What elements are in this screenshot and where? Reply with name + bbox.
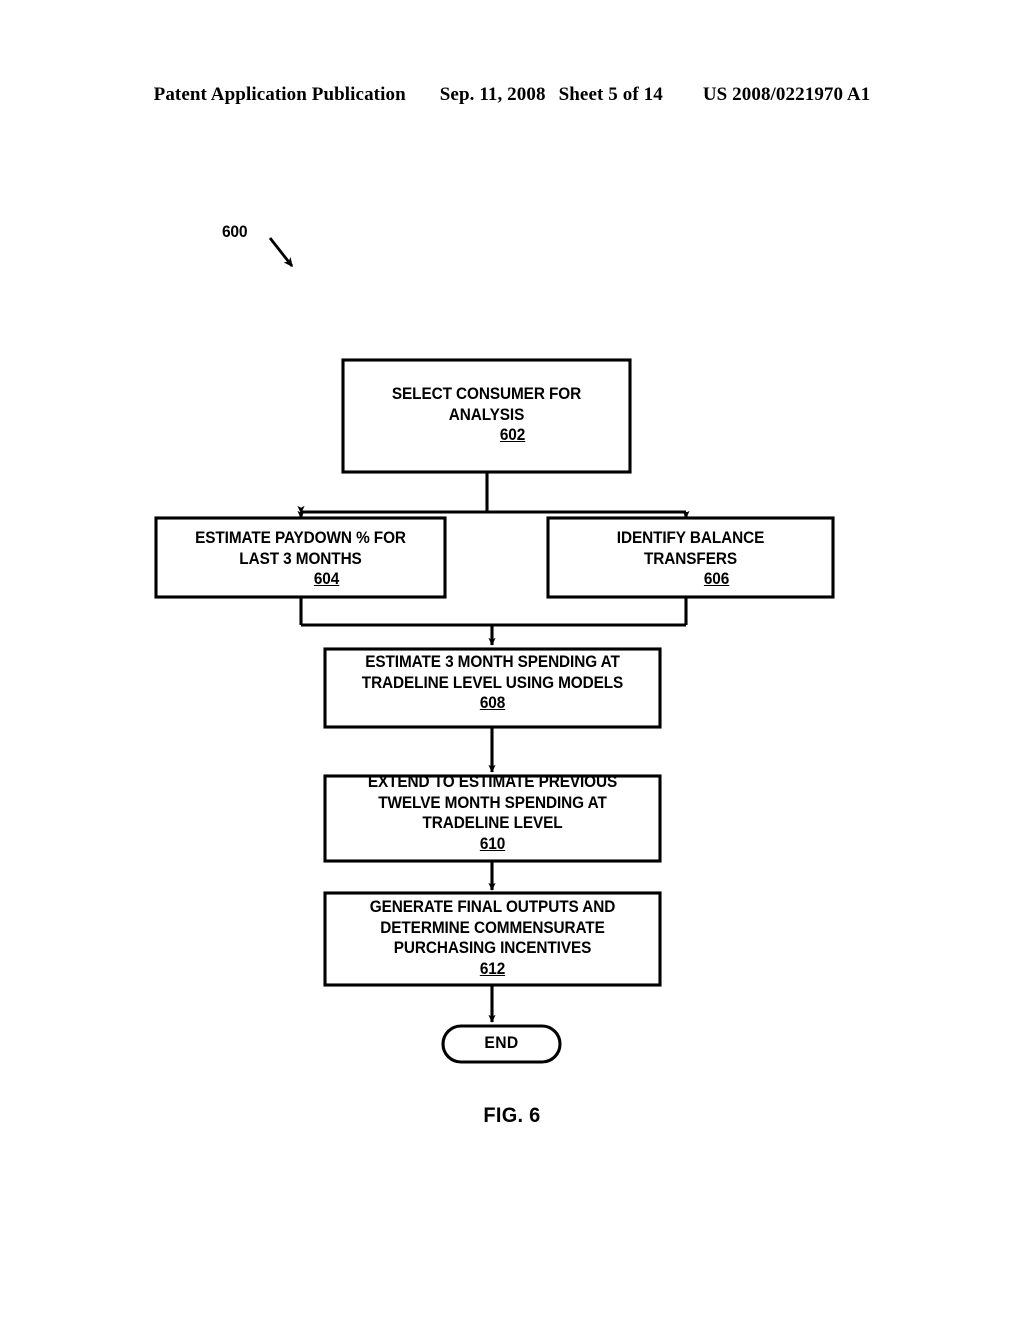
node-602-reference: 602: [499, 426, 526, 444]
node-604-line-1: ESTIMATE PAYDOWN % FOR: [195, 529, 406, 547]
node-602-line-2: ANALYSIS: [448, 405, 525, 424]
node-608-text: ESTIMATE 3 MONTH SPENDING AT TRADELINE L…: [337, 652, 649, 714]
flow-reference-label: 600: [222, 222, 248, 241]
flow-reference-arrow: [268, 237, 294, 268]
node-604-reference: 604: [313, 570, 340, 588]
node-604-line-2: LAST 3 MONTHS: [239, 549, 362, 568]
node-end-text: END: [484, 1034, 519, 1052]
patent-figure: 600 SELECT CONSUMER FOR ANALYSIS 602 EST…: [0, 0, 1024, 1320]
node-606-reference: 606: [703, 570, 730, 588]
node-608-line-1: ESTIMATE 3 MONTH SPENDING AT: [365, 653, 620, 671]
node-610-text: EXTEND TO ESTIMATE PREVIOUS TWELVE MONTH…: [337, 772, 649, 854]
node-610-line-2: TWELVE MONTH SPENDING AT: [378, 793, 607, 812]
node-602-text: SELECT CONSUMER FOR ANALYSIS 602: [353, 384, 620, 446]
node-612-line-2: DETERMINE COMMENSURATE: [380, 918, 605, 937]
node-610-reference: 610: [479, 834, 506, 853]
node-602-line-1: SELECT CONSUMER FOR: [391, 385, 582, 403]
node-604-text: ESTIMATE PAYDOWN % FOR LAST 3 MONTHS 604: [166, 528, 435, 590]
node-610-line-1: EXTEND TO ESTIMATE PREVIOUS: [367, 773, 618, 791]
node-612-reference: 612: [479, 959, 506, 978]
node-606-line-2: TRANSFERS: [644, 549, 737, 568]
node-610-line-3: TRADELINE LEVEL: [422, 814, 563, 832]
node-612-text: GENERATE FINAL OUTPUTS AND DETERMINE COM…: [337, 897, 649, 979]
node-612-line-3: PURCHASING INCENTIVES: [393, 939, 592, 957]
node-606-line-1: IDENTIFY BALANCE: [616, 529, 765, 547]
node-608-line-2: TRADELINE LEVEL USING MODELS: [361, 673, 624, 692]
node-608-reference: 608: [479, 694, 506, 712]
node-612-line-1: GENERATE FINAL OUTPUTS AND: [369, 898, 616, 916]
node-606-text: IDENTIFY BALANCE TRANSFERS 606: [558, 528, 823, 590]
figure-caption: FIG. 6: [483, 1104, 541, 1127]
